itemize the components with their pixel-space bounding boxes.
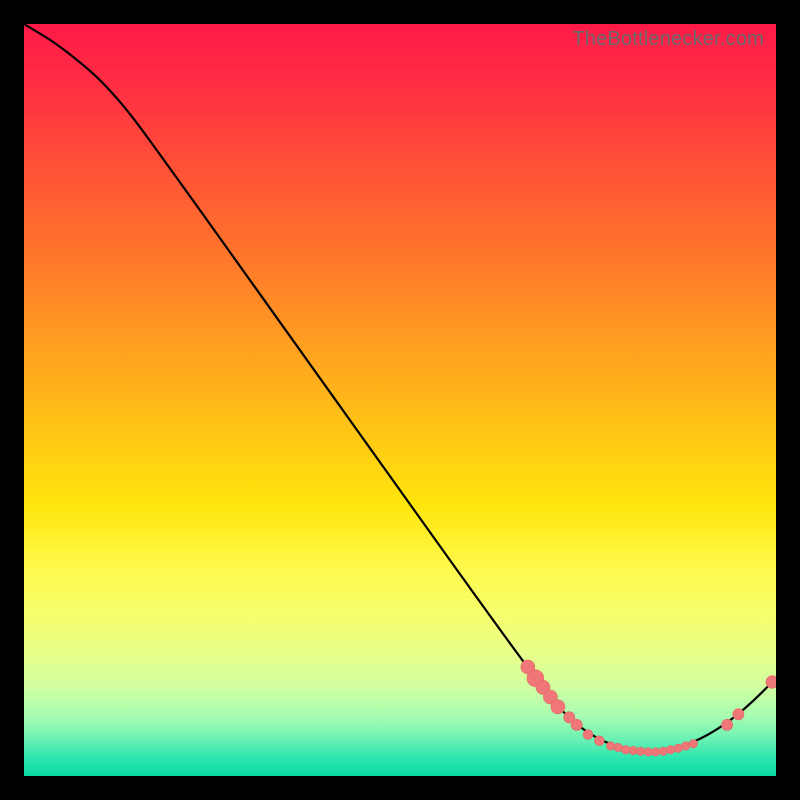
data-marker [722,719,733,730]
data-marker [551,700,565,714]
data-marker [636,747,644,755]
data-marker [606,742,614,750]
data-marker [682,742,690,750]
data-marker [644,748,652,756]
data-marker [659,747,667,755]
data-marker [583,730,593,740]
data-marker [652,748,660,756]
chart-svg [24,24,776,776]
plot-area: TheBottlenecker.com [24,24,776,776]
bottleneck-curve [24,24,776,752]
data-marker [571,719,582,730]
data-marker [629,746,637,754]
data-marker [766,676,776,689]
chart-frame: TheBottlenecker.com [0,0,800,800]
data-markers [521,660,776,756]
data-marker [594,736,604,746]
attribution-label: TheBottlenecker.com [572,28,764,51]
data-marker [667,746,675,754]
data-marker [733,709,744,720]
data-marker [621,746,629,754]
data-marker [674,744,682,752]
data-marker [614,743,622,751]
data-marker [689,740,697,748]
